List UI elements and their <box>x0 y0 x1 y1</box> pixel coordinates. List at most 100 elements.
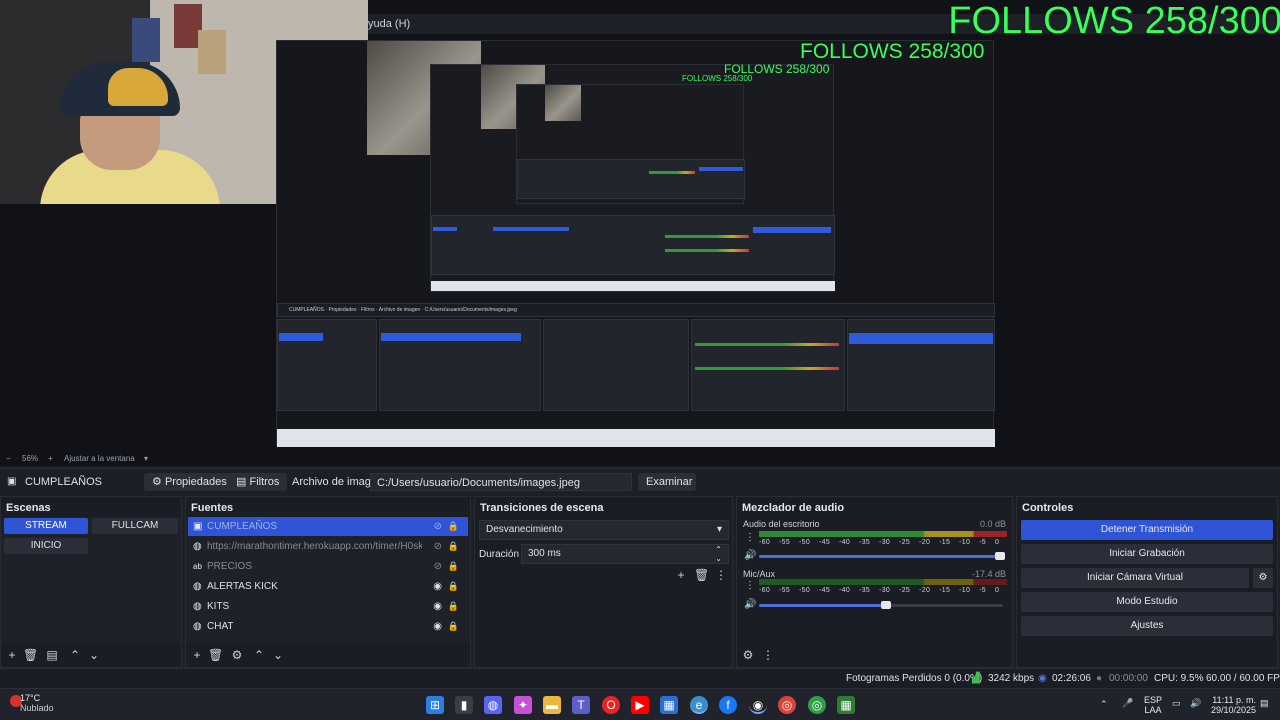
text-icon: ab <box>193 562 202 571</box>
scene-inicio[interactable]: INICIO <box>4 538 88 554</box>
settings-button[interactable]: Ajustes <box>1021 616 1273 636</box>
stop-stream-button[interactable]: Detener Transmisión <box>1021 520 1273 540</box>
volume-knob[interactable] <box>995 552 1005 560</box>
studio-mode-button[interactable]: Modo Estudio <box>1021 592 1273 612</box>
facebook-icon[interactable]: f <box>719 696 737 714</box>
source-name: ALERTAS KICK <box>207 581 278 592</box>
microphone-icon[interactable]: 🎤 <box>1122 698 1133 708</box>
filter-icon: ▤ <box>236 476 247 488</box>
speaker-icon[interactable]: 🔊 <box>744 599 756 610</box>
chevron-up-icon[interactable]: ⌃ <box>1100 699 1108 709</box>
trash-icon[interactable]: 🗑 <box>23 648 38 662</box>
gear-icon[interactable]: ⚙ <box>1253 568 1273 588</box>
start-icon[interactable]: ⊞ <box>426 696 444 714</box>
eye-hidden-icon[interactable]: ⊘ <box>434 537 442 556</box>
weather-widget[interactable]: 17°C Nublado <box>20 693 54 713</box>
gear-icon: ⚙ <box>152 476 162 488</box>
lock-icon[interactable]: 🔒 <box>448 537 459 556</box>
add-icon[interactable]: + <box>190 648 204 662</box>
more-icon[interactable]: ⋮ <box>761 648 775 662</box>
eye-icon[interactable]: ◉ <box>433 577 442 596</box>
more-icon[interactable]: ⋮ <box>745 532 755 543</box>
eye-icon[interactable]: ◉ <box>433 617 442 636</box>
lock-icon[interactable]: 🔒 <box>448 557 459 576</box>
chevron-up-icon[interactable]: ⌃ <box>252 648 266 662</box>
youtube-icon[interactable]: ▶ <box>631 696 649 714</box>
lock-icon[interactable]: 🔒 <box>448 617 459 636</box>
lock-icon[interactable]: 🔒 <box>448 577 459 596</box>
clock[interactable]: 11:11 p. m. 29/10/2025 <box>1208 695 1256 715</box>
fit-window-label[interactable]: Ajustar a la ventana <box>64 454 135 463</box>
folder-icon[interactable]: ▬ <box>543 696 561 714</box>
preview-canvas[interactable]: yuda (H) CUMPLEAÑOS · Propiedades · Filt… <box>0 0 1280 452</box>
source-row[interactable]: ▣ CUMPLEAÑOS ⊘ 🔒 <box>188 517 468 536</box>
chrome-profile-icon[interactable]: ◎ <box>808 696 826 714</box>
more-icon[interactable]: ⋮ <box>714 568 728 582</box>
volume-slider[interactable] <box>759 555 1003 558</box>
eye-hidden-icon[interactable]: ⊘ <box>434 557 442 576</box>
zoom-out-icon[interactable]: − <box>6 454 11 463</box>
start-virtual-camera-button[interactable]: Iniciar Cámara Virtual <box>1021 568 1249 588</box>
start-recording-button[interactable]: Iniciar Grabación <box>1021 544 1273 564</box>
selected-source-name: CUMPLEAÑOS <box>25 476 103 488</box>
opera-icon[interactable]: O <box>602 696 620 714</box>
scene-fullcam[interactable]: FULLCAM <box>92 518 178 534</box>
language-indicator[interactable]: ESP LAA <box>1144 695 1162 715</box>
source-row[interactable]: ◍ KITS ◉ 🔒 <box>188 597 468 616</box>
teams-icon[interactable]: T <box>572 696 590 714</box>
browse-button[interactable]: Examinar <box>638 473 696 491</box>
speaker-icon[interactable]: 🔊 <box>744 550 756 561</box>
image-path-field[interactable]: C:/Users/usuario/Documents/images.jpeg <box>370 473 632 491</box>
follows-overlay: FOLLOWS 258/300 <box>948 0 1280 42</box>
lock-icon[interactable]: 🔒 <box>448 517 459 536</box>
zoom-level: 56% <box>22 454 39 463</box>
volume-knob[interactable] <box>881 601 891 609</box>
source-name: CHAT <box>207 621 234 632</box>
store-icon[interactable]: ▦ <box>660 696 678 714</box>
calculator-icon[interactable]: ▦ <box>837 696 855 714</box>
source-row[interactable]: ◍ CHAT ◉ 🔒 <box>188 617 468 636</box>
add-icon[interactable]: + <box>5 648 19 662</box>
task-view-icon[interactable]: ▮ <box>455 696 473 714</box>
chevron-down-icon[interactable]: ▾ <box>144 454 148 463</box>
mixer-toolbar: ⚙ ⋮ <box>737 643 1012 667</box>
volume-slider-rest <box>885 604 1003 607</box>
network-icon[interactable]: ▭ <box>1172 698 1181 708</box>
copilot-icon[interactable]: ✦ <box>514 696 532 714</box>
scene-stream[interactable]: STREAM <box>4 518 88 534</box>
eye-hidden-icon[interactable]: ⊘ <box>434 517 442 536</box>
add-icon[interactable]: + <box>674 568 688 582</box>
advanced-audio-icon[interactable]: ⚙ <box>741 648 755 662</box>
obs-icon[interactable]: ◉ <box>749 696 767 714</box>
notification-icon[interactable]: ▤ <box>1260 698 1269 708</box>
filter-icon[interactable]: ▤ <box>45 648 59 662</box>
duration-label: Duración <box>479 549 520 560</box>
source-row[interactable]: ◍ ALERTAS KICK ◉ 🔒 <box>188 577 468 596</box>
chevron-down-icon[interactable]: ⌄ <box>271 648 285 662</box>
discord-icon[interactable]: ◍ <box>484 696 502 714</box>
image-icon: ▣ <box>7 476 17 487</box>
transition-select[interactable]: Desvanecimiento ▾ <box>479 520 729 540</box>
eye-icon[interactable]: ◉ <box>433 597 442 616</box>
volume-slider[interactable] <box>759 604 885 607</box>
properties-button[interactable]: ⚙ Propiedades <box>144 473 235 491</box>
trash-icon[interactable]: 🗑 <box>208 648 223 662</box>
volume-icon[interactable]: 🔊 <box>1190 698 1201 708</box>
chevron-down-icon[interactable]: ⌄ <box>87 648 101 662</box>
duration-spinbox[interactable]: 300 ms ⌃ ⌄ <box>521 544 729 564</box>
zoom-in-icon[interactable]: + <box>48 454 53 463</box>
source-row[interactable]: ab PRECIOS ⊘ 🔒 <box>188 557 468 576</box>
lock-icon[interactable]: 🔒 <box>448 597 459 616</box>
transitions-title: Transiciones de escena <box>480 502 604 514</box>
chevron-up-icon[interactable]: ⌃ <box>68 648 82 662</box>
gear-icon[interactable]: ⚙ <box>230 648 244 662</box>
source-row[interactable]: ◍ https://marathontimer.herokuapp.com/ti… <box>188 537 468 556</box>
chrome-icon[interactable]: ◎ <box>778 696 796 714</box>
status-bar: Fotogramas Perdidos 0 (0.0%) ▟ 3242 kbps… <box>0 668 1280 688</box>
trash-icon[interactable]: 🗑 <box>694 568 709 582</box>
more-icon[interactable]: ⋮ <box>745 580 755 591</box>
filters-button[interactable]: ▤ Filtros <box>228 473 288 491</box>
browser-icon: ◍ <box>193 581 202 592</box>
edge-icon[interactable]: e <box>690 696 708 714</box>
chevron-down-icon[interactable]: ⌄ <box>715 550 722 568</box>
